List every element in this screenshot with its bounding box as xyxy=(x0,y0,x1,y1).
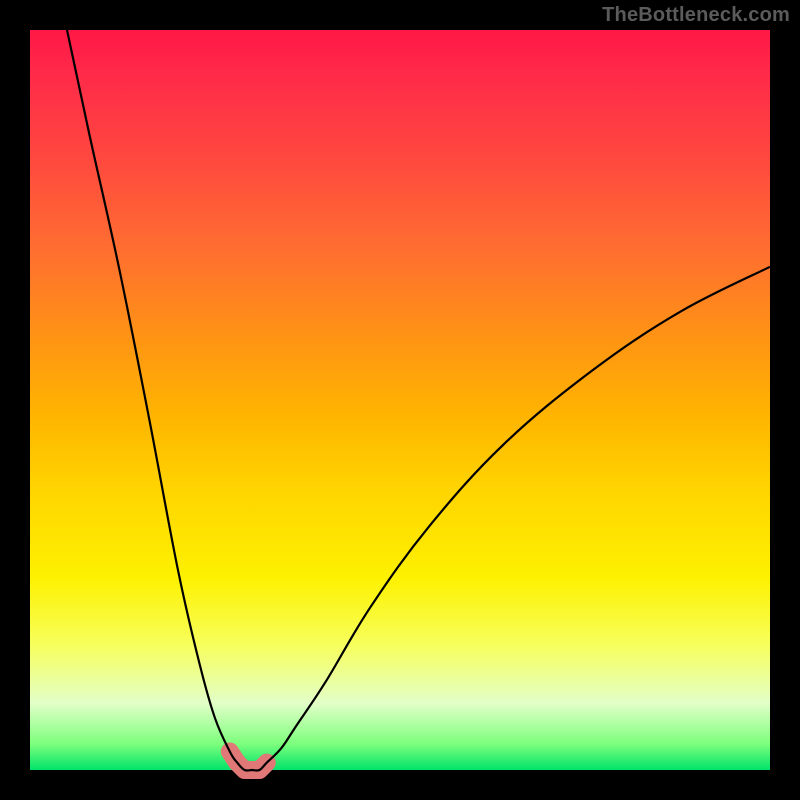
plot-area xyxy=(30,30,770,770)
curve-svg xyxy=(30,30,770,770)
chart-frame: TheBottleneck.com xyxy=(0,0,800,800)
bottleneck-curve xyxy=(67,30,770,771)
watermark-text: TheBottleneck.com xyxy=(602,4,790,27)
